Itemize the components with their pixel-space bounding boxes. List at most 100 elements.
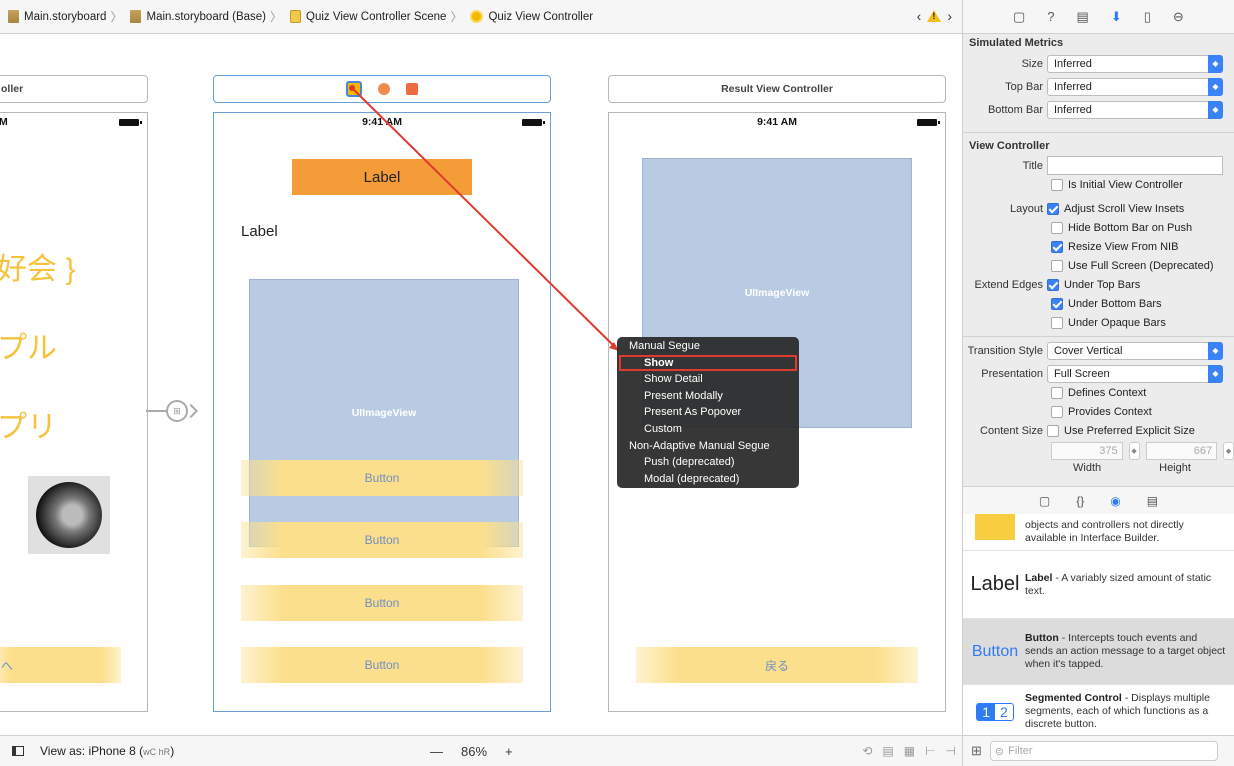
zoom-controls: — 86% + — [430, 744, 513, 759]
inspector-panel: ▢ ? ▤ ⬇ ▯ ⊖ Simulated Metrics Size Infer… — [962, 0, 1234, 766]
library-filter-bar: ⊞ ⊜ Filter — [963, 735, 1234, 766]
jumpbar-nav: ‹ ! › — [917, 8, 952, 24]
canvas-bottom-bar: View as: iPhone 8 (wC hR) — 86% + ⟲ ▤ ▦ … — [0, 735, 962, 766]
menu-header-manual-segue: Manual Segue — [629, 340, 700, 352]
resolve-issues-icon[interactable]: ⊣ — [946, 744, 956, 758]
section-view-controller: View Controller — [969, 140, 1050, 152]
object-library-icon[interactable]: ◉ — [1110, 494, 1120, 508]
menu-item-present-modally[interactable]: Present Modally — [617, 388, 799, 405]
width-stepper[interactable]: ◆ — [1128, 442, 1140, 460]
library-item-button[interactable]: Button Button - Intercepts touch events … — [963, 619, 1234, 685]
adjust-scroll-checkbox[interactable]: Adjust Scroll View Insets — [1047, 202, 1184, 215]
object-library-list[interactable]: objects and controllers not directly ava… — [963, 514, 1234, 739]
view-controller-icon — [470, 10, 484, 23]
transition-style-select[interactable]: Cover Vertical ◆ — [1047, 341, 1223, 360]
menu-item-show-detail[interactable]: Show Detail — [617, 371, 799, 388]
media-library-icon[interactable]: ▤ — [1147, 494, 1158, 508]
initial-vc-checkbox[interactable]: Is Initial View Controller — [1051, 178, 1183, 191]
select-arrows-icon: ◆ — [1208, 100, 1223, 119]
storyboard-file-icon — [8, 10, 19, 23]
height-field[interactable]: 667 — [1145, 442, 1218, 460]
embed-in-stack-icon[interactable]: ▤ — [882, 744, 893, 758]
grid-view-icon[interactable]: ⊞ — [971, 743, 982, 759]
layout-tools: ⟲ ▤ ▦ ⊢ ⊣ — [862, 744, 956, 758]
width-field[interactable]: 375 — [1051, 442, 1123, 460]
size-select[interactable]: Inferred ◆ — [1047, 54, 1223, 73]
presentation-select[interactable]: Full Screen ◆ — [1047, 364, 1223, 383]
zoom-level[interactable]: 86% — [461, 744, 487, 759]
storyboard-canvas[interactable]: oller M 好会 } プル プリ へ ⊞ 9:41 AM Label Lab… — [0, 35, 962, 735]
breadcrumb-separator: 〉 — [270, 10, 283, 24]
breadcrumb-separator: 〉 — [450, 10, 463, 24]
menu-item-push[interactable]: Push (deprecated) — [617, 454, 799, 471]
bottom-bar-select[interactable]: Inferred ◆ — [1047, 100, 1223, 119]
inspector-tabs: ▢ ? ▤ ⬇ ▯ ⊖ — [963, 0, 1234, 34]
chevron-right-icon[interactable]: › — [947, 8, 952, 24]
menu-item-present-as-popover[interactable]: Present As Popover — [617, 404, 799, 421]
breadcrumb-separator: 〉 — [110, 10, 123, 24]
height-label: Height — [1159, 462, 1191, 474]
warning-icon[interactable]: ! — [927, 10, 942, 22]
connections-inspector-icon[interactable]: ⊖ — [1173, 9, 1184, 25]
code-snippet-library-icon[interactable]: {} — [1076, 494, 1084, 508]
file-inspector-icon[interactable]: ▢ — [1013, 9, 1025, 25]
library-tabs: ▢ {} ◉ ▤ — [963, 486, 1234, 514]
cube-icon — [969, 514, 1021, 540]
bottom-bar-label: Bottom Bar — [987, 103, 1043, 116]
top-bar-select[interactable]: Inferred ◆ — [1047, 77, 1223, 96]
transition-style-label: Transition Style — [967, 344, 1043, 357]
select-arrows-icon: ◆ — [1208, 54, 1223, 73]
defines-context-checkbox[interactable]: Defines Context — [1051, 386, 1146, 399]
height-stepper[interactable]: ◆ — [1223, 442, 1234, 460]
library-filter-input[interactable]: ⊜ Filter — [989, 741, 1218, 761]
menu-item-show[interactable]: Show — [619, 354, 797, 372]
under-opaque-bars-checkbox[interactable]: Under Opaque Bars — [1051, 316, 1166, 329]
breadcrumb-view-controller[interactable]: Quiz View Controller — [462, 10, 593, 23]
select-arrows-icon: ◆ — [1208, 77, 1223, 96]
library-item-external-object[interactable]: objects and controllers not directly ava… — [963, 514, 1234, 551]
label-icon: Label — [970, 573, 1020, 595]
pin-icon[interactable]: ⊢ — [925, 744, 935, 758]
breadcrumb-scene[interactable]: Quiz View Controller Scene 〉 — [282, 8, 462, 25]
update-frames-icon[interactable]: ⟲ — [862, 744, 872, 758]
menu-item-custom[interactable]: Custom — [617, 421, 799, 438]
library-item-segmented-control[interactable]: 1 2 Segmented Control - Displays multipl… — [963, 685, 1234, 739]
extend-edges-label: Extend Edges — [974, 278, 1044, 291]
resize-from-nib-checkbox[interactable]: Resize View From NIB — [1051, 240, 1178, 253]
zoom-out-button[interactable]: — — [430, 744, 443, 759]
presentation-label: Presentation — [981, 367, 1043, 380]
full-screen-checkbox[interactable]: Use Full Screen (Deprecated) — [1051, 259, 1214, 272]
zoom-in-button[interactable]: + — [505, 744, 513, 759]
filter-icon: ⊜ — [994, 745, 1005, 758]
title-field-label: Title — [1022, 159, 1043, 172]
select-arrows-icon: ◆ — [1208, 341, 1223, 360]
top-bar-label: Top Bar — [1005, 80, 1043, 93]
scene-icon — [290, 10, 302, 23]
connection-line — [349, 85, 619, 351]
identity-inspector-icon[interactable]: ▤ — [1077, 9, 1089, 25]
under-top-bars-checkbox[interactable]: Under Top Bars — [1047, 278, 1140, 291]
document-outline-toggle-icon[interactable] — [12, 746, 24, 756]
button-icon: Button — [971, 642, 1019, 660]
layout-label: Layout — [1009, 202, 1043, 215]
segmented-control-icon: 1 2 — [969, 702, 1021, 721]
menu-header-non-adaptive: Non-Adaptive Manual Segue — [629, 439, 770, 452]
breadcrumb-storyboard-base[interactable]: Main.storyboard (Base) 〉 — [122, 8, 282, 25]
title-field[interactable] — [1047, 156, 1223, 175]
align-icon[interactable]: ▦ — [904, 744, 915, 758]
hide-bottom-bar-checkbox[interactable]: Hide Bottom Bar on Push — [1051, 221, 1192, 234]
attributes-inspector-icon[interactable]: ⬇ — [1111, 9, 1122, 25]
help-inspector-icon[interactable]: ? — [1047, 9, 1054, 24]
menu-item-modal[interactable]: Modal (deprecated) — [617, 471, 799, 488]
section-simulated-metrics: Simulated Metrics — [969, 37, 1064, 49]
provides-context-checkbox[interactable]: Provides Context — [1051, 405, 1152, 418]
view-as-button[interactable]: View as: iPhone 8 (wC hR) — [40, 744, 174, 758]
content-size-label: Content Size — [980, 424, 1043, 437]
library-item-label[interactable]: Label Label - A variably sized amount of… — [963, 551, 1234, 619]
chevron-left-icon[interactable]: ‹ — [917, 8, 922, 24]
preferred-size-checkbox[interactable]: Use Preferred Explicit Size — [1047, 424, 1195, 437]
breadcrumb-storyboard[interactable]: Main.storyboard 〉 — [0, 8, 122, 25]
size-inspector-icon[interactable]: ▯ — [1144, 9, 1151, 25]
file-template-library-icon[interactable]: ▢ — [1039, 494, 1050, 508]
under-bottom-bars-checkbox[interactable]: Under Bottom Bars — [1051, 297, 1162, 310]
